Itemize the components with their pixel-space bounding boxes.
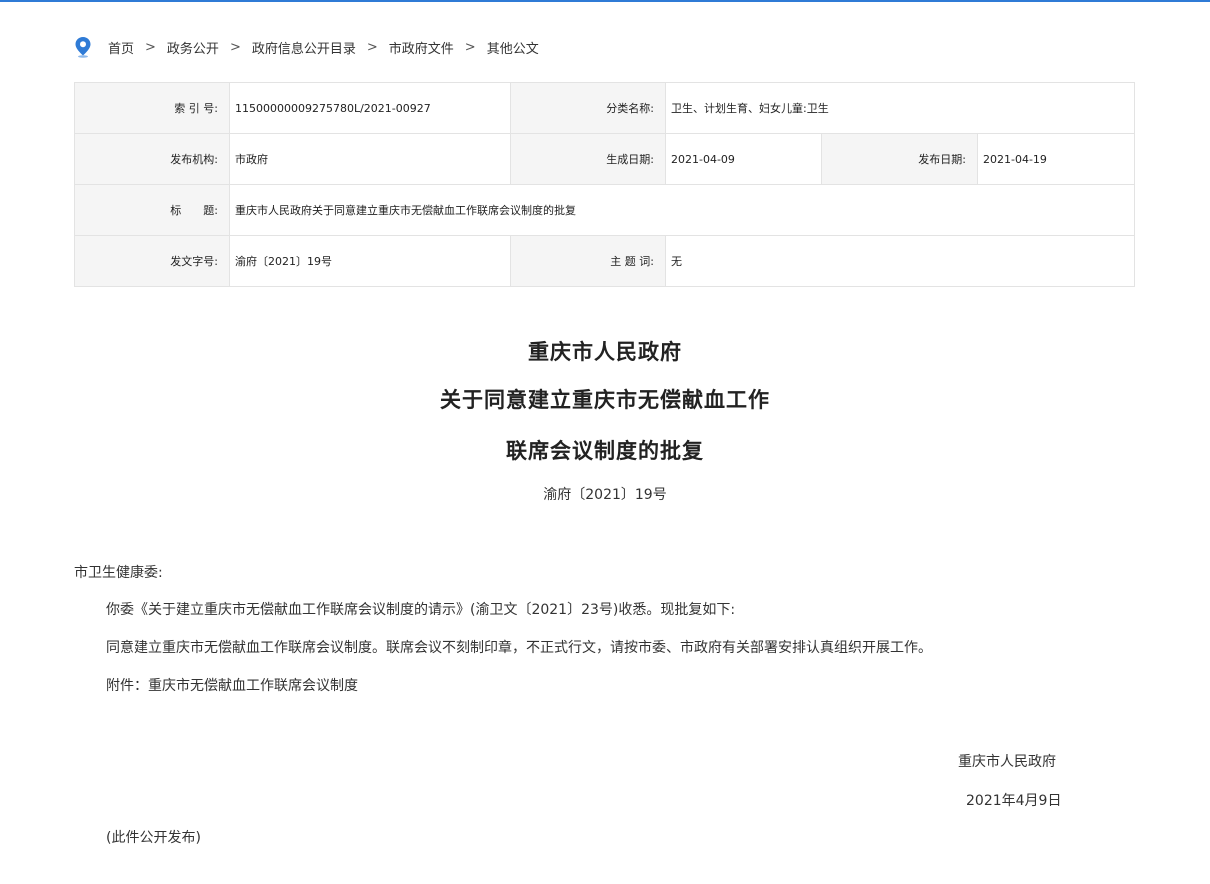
document-title-line-1: 重庆市人民政府	[528, 339, 682, 364]
document-number-value: 渝府〔2021〕19号	[229, 235, 511, 287]
issuer-label: 发布机构:	[74, 133, 230, 185]
document-number: 渝府〔2021〕19号	[543, 487, 667, 503]
created-date-value: 2021-04-09	[665, 133, 822, 185]
breadcrumb-info-catalog[interactable]: 政府信息公开目录	[252, 38, 356, 57]
keywords-value: 无	[664, 235, 1136, 287]
breadcrumb-city-documents[interactable]: 市政府文件	[389, 38, 454, 57]
keywords-label: 主 题 词:	[510, 235, 666, 287]
document-title-line-2: 关于同意建立重庆市无偿献血工作	[440, 387, 770, 412]
created-date-label: 生成日期:	[510, 133, 666, 185]
issuer-value: 市政府	[229, 133, 511, 185]
breadcrumb-government-affairs[interactable]: 政务公开	[167, 38, 219, 57]
breadcrumb-separator: >	[366, 39, 378, 55]
signature-issuer: 重庆市人民政府	[958, 754, 1056, 770]
metadata-row: 标 题: 重庆市人民政府关于同意建立重庆市无偿献血工作联席会议制度的批复	[74, 184, 1136, 236]
document-title-line-3: 联席会议制度的批复	[506, 438, 704, 463]
breadcrumb-separator: >	[145, 39, 156, 55]
metadata-row: 索 引 号: 11500000009275780L/2021-00927 分类名…	[74, 82, 1136, 134]
signature-date: 2021年4月9日	[966, 793, 1062, 809]
body-paragraph-2: 同意建立重庆市无偿献血工作联席会议制度。联席会议不刻制印章，不正式行文，请按市委…	[106, 640, 932, 656]
salutation: 市卫生健康委:	[74, 565, 163, 581]
published-date-label: 发布日期:	[821, 133, 978, 185]
location-pin-icon	[75, 37, 91, 58]
title-label: 标 题:	[74, 184, 230, 236]
index-number-value: 11500000009275780L/2021-00927	[229, 82, 511, 134]
document-number-label: 发文字号:	[74, 235, 230, 287]
category-label: 分类名称:	[510, 82, 666, 134]
metadata-row: 发文字号: 渝府〔2021〕19号 主 题 词: 无	[74, 235, 1136, 287]
index-number-label: 索 引 号:	[74, 82, 230, 134]
breadcrumb-other-documents[interactable]: 其他公文	[487, 38, 539, 57]
top-accent-line	[0, 0, 1210, 2]
breadcrumb-home[interactable]: 首页	[108, 38, 134, 57]
breadcrumb-separator: >	[229, 39, 241, 55]
category-value: 卫生、计划生育、妇女儿童:卫生	[664, 82, 1136, 134]
attachment-line: 附件：重庆市无偿献血工作联席会议制度	[106, 678, 358, 694]
breadcrumb: 首页 > 政务公开 > 政府信息公开目录 > 市政府文件 > 其他公文	[74, 36, 539, 58]
breadcrumb-separator: >	[464, 39, 476, 55]
body-paragraph-1: 你委《关于建立重庆市无偿献血工作联席会议制度的请示》(渝卫文〔2021〕23号)…	[106, 602, 736, 618]
title-value: 重庆市人民政府关于同意建立重庆市无偿献血工作联席会议制度的批复	[228, 184, 1136, 236]
metadata-row: 发布机构: 市政府 生成日期: 2021-04-09 发布日期: 2021-04…	[74, 133, 1136, 185]
publication-note: (此件公开发布)	[106, 830, 201, 846]
published-date-value: 2021-04-19	[976, 133, 1136, 185]
document-metadata-table: 索 引 号: 11500000009275780L/2021-00927 分类名…	[74, 82, 1136, 287]
